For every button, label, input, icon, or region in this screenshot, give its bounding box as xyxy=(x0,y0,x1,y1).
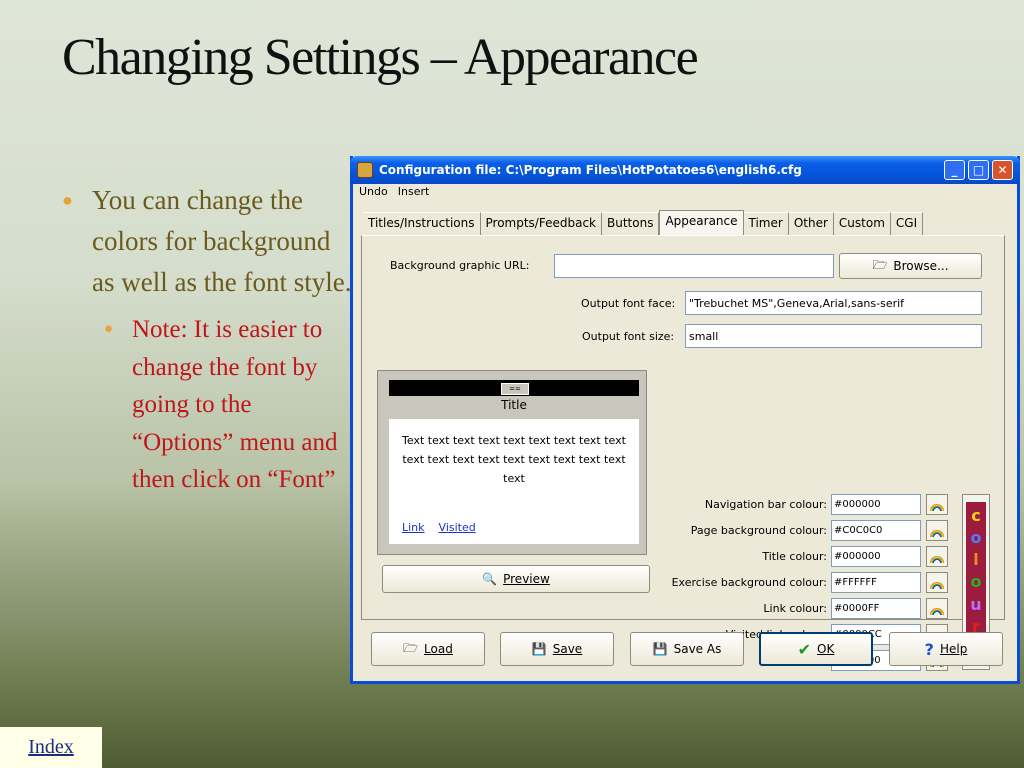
tab-buttons[interactable]: Buttons xyxy=(602,212,660,235)
preview-nav-button: == xyxy=(501,383,529,395)
bg-url-label: Background graphic URL: xyxy=(390,259,530,272)
save-button[interactable]: 💾 Save xyxy=(500,632,614,666)
colour-value-input[interactable]: #000000 xyxy=(831,546,921,567)
colours-letter: c xyxy=(971,505,981,525)
browse-label: Browse... xyxy=(893,259,949,273)
rainbow-icon xyxy=(930,582,944,589)
browse-button[interactable]: 🗁 Browse... xyxy=(839,253,982,279)
magnifier-icon: 🔍 xyxy=(482,572,498,586)
colour-label: Page background colour: xyxy=(690,524,827,537)
bullet-item: ● You can change the colors for backgrou… xyxy=(62,180,352,303)
preview-navbar: == xyxy=(389,380,639,396)
preview-pane: == Title Text text text text text text t… xyxy=(377,370,647,555)
colour-value-input[interactable]: #000000 xyxy=(831,494,921,515)
menu-undo[interactable]: Undo xyxy=(359,185,388,198)
window-title: Configuration file: C:\Program Files\Hot… xyxy=(379,163,802,177)
colour-picker-button[interactable] xyxy=(926,572,948,593)
help-label: Help xyxy=(939,642,968,656)
preview-visited-link: Visited xyxy=(438,521,476,534)
tab-timer[interactable]: Timer xyxy=(743,212,789,235)
floppy-edit-icon: 💾 xyxy=(652,642,668,656)
colour-picker-button[interactable] xyxy=(926,546,948,567)
rainbow-icon xyxy=(930,530,944,537)
tab-prompts-feedback[interactable]: Prompts/Feedback xyxy=(480,212,602,235)
help-button[interactable]: ? Help xyxy=(889,632,1003,666)
rainbow-icon xyxy=(930,556,944,563)
colour-picker-button[interactable] xyxy=(926,598,948,619)
bullet-text: You can change the colors for background… xyxy=(92,185,352,297)
preview-button[interactable]: 🔍 Preview xyxy=(382,565,650,593)
colour-value-input[interactable]: #C0C0C0 xyxy=(831,520,921,541)
rainbow-icon xyxy=(930,504,944,511)
font-size-label: Output font size: xyxy=(582,330,675,343)
bg-url-input[interactable] xyxy=(554,254,834,278)
bullet-list: ● You can change the colors for backgrou… xyxy=(62,180,352,499)
colour-label: Link colour: xyxy=(763,602,827,615)
rainbow-icon xyxy=(930,608,944,615)
checkmark-icon: ✔ xyxy=(797,639,812,659)
sub-bullet-item: ● Note: It is easier to change the font … xyxy=(104,311,352,499)
ok-label: OK xyxy=(817,642,835,656)
tab-titles-instructions[interactable]: Titles/Instructions xyxy=(363,212,481,235)
preview-link: Link xyxy=(402,521,425,534)
preview-content: Text text text text text text text text … xyxy=(389,419,639,544)
colours-letter: o xyxy=(970,572,982,592)
bullet-dot-icon: ● xyxy=(62,190,73,210)
folder-open-icon: 🗁 xyxy=(403,640,419,655)
colour-value-input[interactable]: #0000FF xyxy=(831,598,921,619)
save-as-button[interactable]: 💾 Save As xyxy=(630,632,744,666)
slide-title: Changing Settings – Appearance xyxy=(62,29,699,86)
floppy-icon: 💾 xyxy=(531,642,547,656)
colour-picker-button[interactable] xyxy=(926,494,948,515)
font-size-input[interactable]: small xyxy=(685,324,982,348)
sub-bullet-text: Note: It is easier to change the font by… xyxy=(132,316,338,493)
load-button[interactable]: 🗁 Load xyxy=(371,632,485,666)
window-titlebar[interactable]: Configuration file: C:\Program Files\Hot… xyxy=(350,156,1020,184)
tab-appearance[interactable]: Appearance xyxy=(659,210,744,236)
close-icon: ✕ xyxy=(997,163,1008,177)
colours-letter: u xyxy=(970,594,982,614)
preview-body-text: Text text text text text text text text … xyxy=(402,434,626,485)
tab-cgi[interactable]: CGI xyxy=(890,212,924,235)
minimize-icon: _ xyxy=(951,163,958,177)
preview-links: Link Visited xyxy=(402,521,476,534)
colour-label: Navigation bar colour: xyxy=(704,498,827,511)
save-as-label: Save As xyxy=(673,642,722,656)
ok-button[interactable]: ✔ OK xyxy=(759,632,873,666)
preview-title: Title xyxy=(501,398,527,412)
menubar: Undo Insert xyxy=(359,185,429,198)
colour-value-input[interactable]: #FFFFFF xyxy=(831,572,921,593)
colour-picker-button[interactable] xyxy=(926,520,948,541)
font-face-input[interactable]: "Trebuchet MS",Geneva,Arial,sans-serif xyxy=(685,291,982,315)
help-icon: ? xyxy=(924,639,934,659)
appearance-panel: Background graphic URL: 🗁 Browse... Outp… xyxy=(361,235,1005,671)
minimize-button[interactable]: _ xyxy=(944,160,965,180)
preview-button-label: Preview xyxy=(503,572,550,586)
config-window: Configuration file: C:\Program Files\Hot… xyxy=(350,156,1020,684)
folder-icon: 🗁 xyxy=(872,257,888,272)
colour-label: Title colour: xyxy=(762,550,827,563)
save-label: Save xyxy=(552,642,583,656)
tab-strip: Titles/Instructions Prompts/Feedback But… xyxy=(363,210,924,236)
maximize-button[interactable]: □ xyxy=(968,160,989,180)
colour-label: Exercise background colour: xyxy=(671,576,827,589)
bullet-dot-icon: ● xyxy=(104,321,114,337)
menu-insert[interactable]: Insert xyxy=(398,185,430,198)
tab-custom[interactable]: Custom xyxy=(833,212,891,235)
colours-letter: o xyxy=(970,527,982,547)
close-button[interactable]: ✕ xyxy=(992,160,1013,180)
tab-other[interactable]: Other xyxy=(788,212,834,235)
load-label: Load xyxy=(424,642,453,656)
index-link[interactable]: Index xyxy=(0,727,102,768)
hotpotatoes-app-icon xyxy=(357,162,373,178)
maximize-icon: □ xyxy=(972,163,985,177)
font-face-label: Output font face: xyxy=(581,297,676,310)
colours-letter: l xyxy=(973,550,979,570)
